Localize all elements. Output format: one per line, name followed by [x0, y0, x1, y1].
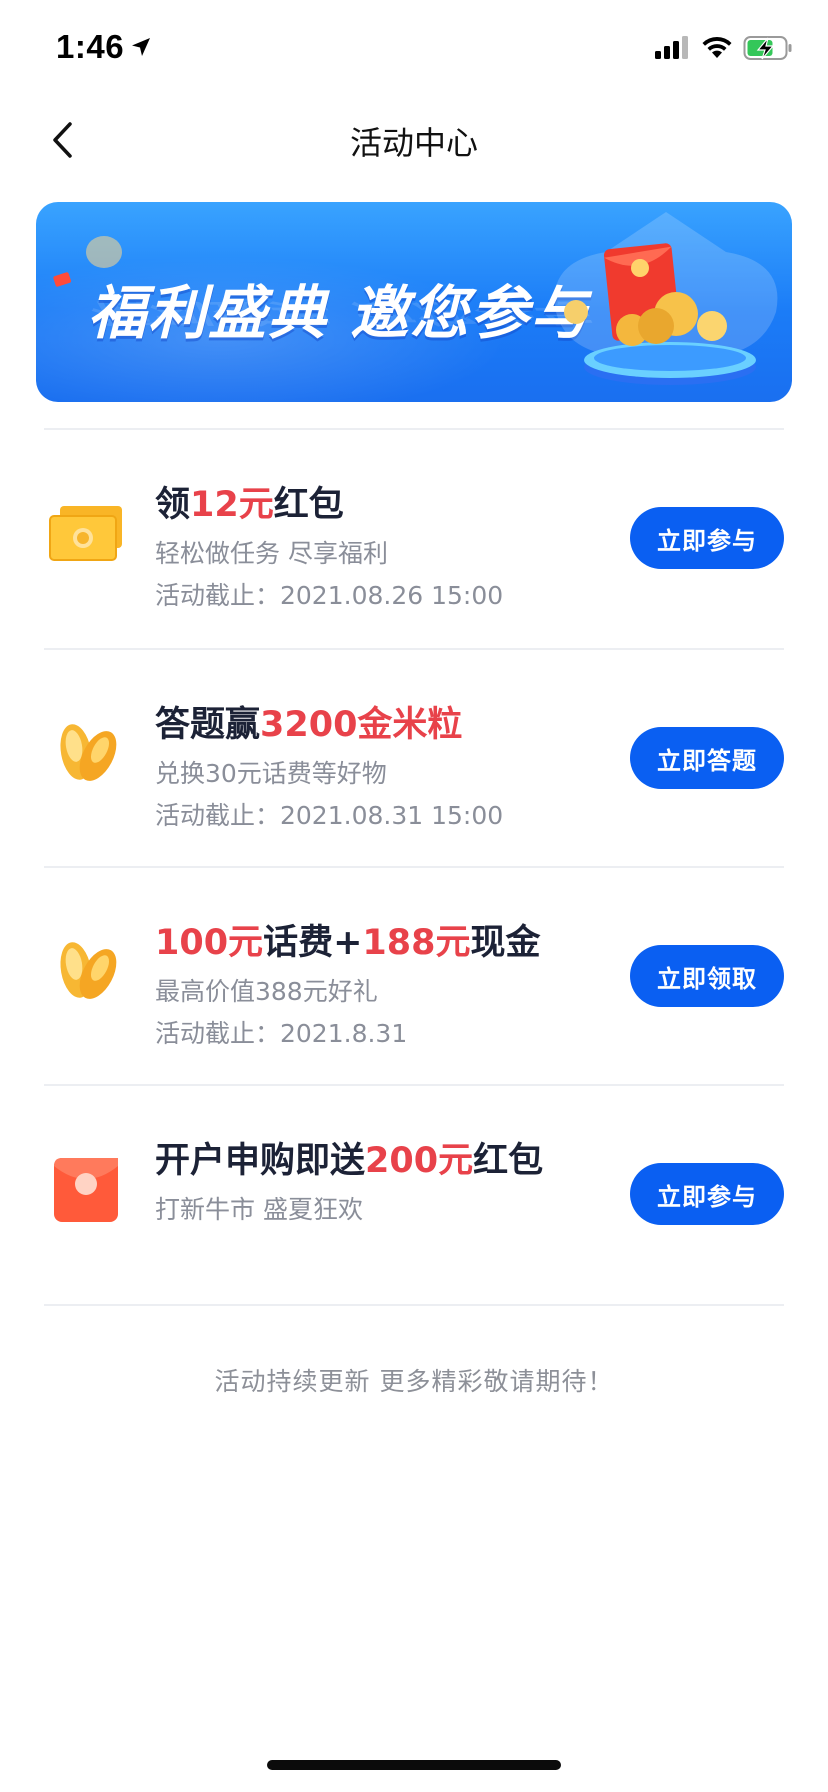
activity-subtitle: 兑换30元话费等好物	[155, 759, 387, 788]
gold-rice-icon	[60, 942, 117, 999]
title-text: 答题赢	[155, 705, 261, 745]
red-envelope-icon	[54, 1158, 118, 1222]
activity-center-page: 1:46 活动中心 福利盛典 邀您参与 福利盛典 邀您参与 领12元红包 轻松做…	[0, 0, 828, 1792]
activity-title: 领12元红包	[155, 476, 344, 527]
wifi-icon	[702, 36, 732, 58]
activity-subtitle: 最高价值388元好礼	[155, 977, 378, 1006]
title-text: 话费+	[263, 923, 363, 963]
claim-button[interactable]: 立即领取	[630, 945, 784, 1007]
gold-rice-icon	[60, 724, 117, 781]
activity-title: 开户申购即送200元红包	[155, 1132, 543, 1183]
title-highlight: 100元	[155, 923, 264, 963]
title-text: 红包	[473, 1141, 544, 1181]
quiz-button[interactable]: 立即答题	[630, 727, 784, 789]
location-arrow-icon	[132, 38, 150, 56]
title-highlight: 12元	[190, 485, 274, 525]
activity-item[interactable]: 领12元红包 轻松做任务 尽享福利 活动截止：2021.08.26 15:00 …	[0, 430, 828, 646]
join-button[interactable]: 立即参与	[630, 507, 784, 569]
cash-stack-icon	[49, 506, 122, 561]
status-time: 1:46	[56, 28, 125, 65]
activity-subtitle: 轻松做任务 尽享福利	[155, 539, 388, 568]
home-indicator[interactable]	[267, 1760, 561, 1770]
activity-item[interactable]: 答题赢3200金米粒 兑换30元话费等好物 活动截止：2021.08.31 15…	[0, 650, 828, 866]
join-button[interactable]: 立即参与	[630, 1163, 784, 1225]
activity-subtitle: 打新牛市 盛夏狂欢	[155, 1195, 363, 1224]
cellular-signal-icon	[655, 36, 688, 59]
page-title: 活动中心	[349, 124, 478, 162]
title-text: 现金	[470, 923, 541, 963]
title-highlight: 188元	[362, 923, 471, 963]
title-text: 红包	[273, 485, 344, 525]
red-envelope-gift-icon	[554, 212, 778, 385]
list-divider	[44, 1304, 784, 1306]
title-highlight: 3200金米粒	[260, 705, 463, 745]
nav-bar: 活动中心	[0, 100, 828, 180]
activity-title: 答题赢3200金米粒	[155, 696, 462, 747]
activity-deadline: 活动截止：2021.8.31	[155, 1019, 408, 1048]
activity-deadline: 活动截止：2021.08.31 15:00	[155, 801, 504, 830]
activity-item[interactable]: 开户申购即送200元红包 打新牛市 盛夏狂欢 立即参与	[0, 1086, 828, 1302]
battery-charging-icon	[743, 36, 792, 60]
activity-deadline: 活动截止：2021.08.26 15:00	[155, 581, 504, 610]
banner-headline: 福利盛典 邀您参与	[88, 279, 591, 347]
activity-title: 100元话费+188元现金	[155, 914, 540, 965]
title-text: 领	[155, 485, 191, 525]
status-bar: 1:46	[0, 0, 828, 100]
footer-note: 活动持续更新 更多精彩敬请期待！	[214, 1367, 614, 1396]
title-text: 开户申购即送	[155, 1141, 366, 1181]
title-highlight: 200元	[365, 1141, 474, 1181]
activity-item[interactable]: 100元话费+188元现金 最高价值388元好礼 活动截止：2021.8.31 …	[0, 868, 828, 1084]
promo-banner[interactable]: 福利盛典 邀您参与 福利盛典 邀您参与	[36, 202, 792, 402]
